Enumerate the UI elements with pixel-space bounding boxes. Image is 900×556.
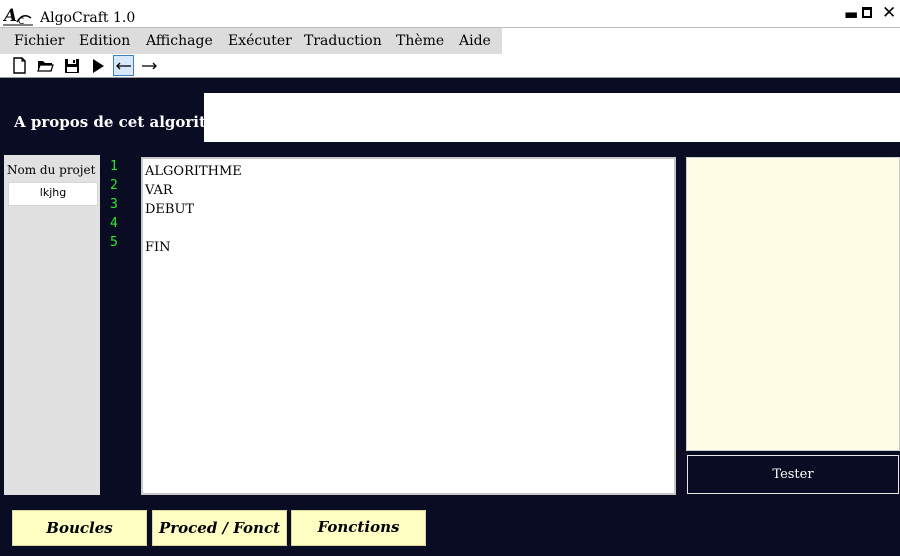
svg-text:A: A [3,6,17,26]
about-input[interactable] [204,93,900,142]
app-logo-icon: A C [3,4,33,26]
menu-edition[interactable]: Edition [79,33,130,49]
code-editor[interactable]: ALGORITHME VAR DEBUT FIN [141,157,676,495]
window-title: AlgoCraft 1.0 [40,10,136,26]
line-number: 1 [110,159,118,174]
menu-fichier[interactable]: Fichier [14,33,65,49]
code-line[interactable]: ALGORITHME [145,162,672,181]
project-panel: Nom du projet : lkjhg [4,155,104,495]
minimize-icon[interactable]: ▬ [844,6,858,22]
project-name-input[interactable]: lkjhg [8,182,98,206]
menu-affichage[interactable]: Affichage [146,33,213,49]
code-line[interactable]: VAR [145,181,672,200]
toolbar [0,54,900,78]
title-bar: A C AlgoCraft 1.0 ▬ ✕ [0,0,900,28]
output-panel [686,157,900,451]
line-numbers: 1 2 3 4 5 [110,159,130,254]
run-icon[interactable] [87,55,108,76]
procedures-functions-button[interactable]: Proced / Fonct [152,510,287,546]
line-number: 2 [110,178,118,193]
project-name-label: Nom du projet : [7,163,104,177]
line-number: 4 [110,216,118,231]
menu-bar-filler [502,28,900,54]
open-folder-icon[interactable] [35,55,56,76]
menu-traduction[interactable]: Traduction [304,33,382,49]
new-file-icon[interactable] [9,55,30,76]
save-icon[interactable] [61,55,82,76]
redo-icon[interactable] [139,55,160,76]
line-number: 3 [110,197,118,212]
menu-executer[interactable]: Exécuter [228,33,292,49]
code-line[interactable]: DEBUT [145,200,672,219]
loops-button[interactable]: Boucles [12,510,147,546]
about-label: A propos de cet algorithme [14,113,214,131]
functions-button[interactable]: Fonctions [291,510,426,546]
menu-aide[interactable]: Aide [459,33,491,49]
maximize-icon[interactable] [862,7,872,18]
code-line[interactable]: FIN [145,238,672,257]
line-number: 5 [110,235,118,250]
menu-bar: Fichier Edition Affichage Exécuter Tradu… [0,28,502,54]
close-icon[interactable]: ✕ [882,5,896,22]
test-button[interactable]: Tester [687,455,899,494]
menu-theme[interactable]: Thème [396,33,444,49]
code-line[interactable] [145,219,672,238]
undo-icon[interactable] [113,55,134,76]
